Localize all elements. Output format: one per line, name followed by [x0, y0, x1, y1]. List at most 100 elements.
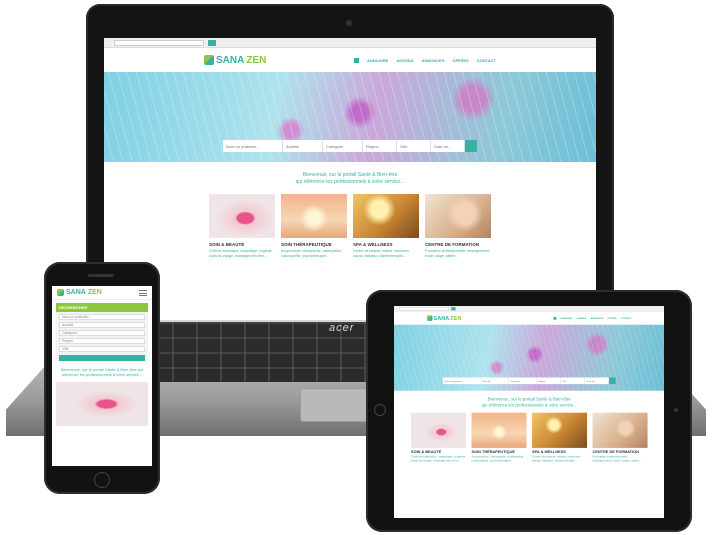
- card-desc: Coiffure esthétique, maquillage, ongleri…: [411, 455, 466, 463]
- card-desc: Formation professionnelle, enseignement,…: [592, 455, 642, 463]
- top-search-input[interactable]: [399, 306, 449, 311]
- category-card[interactable]: SPA & WELLNESS Centre de beauté, institu…: [353, 194, 419, 258]
- card-title: SPA & WELLNESS: [353, 242, 393, 247]
- camera-icon: [674, 408, 678, 412]
- search-field[interactable]: Nom ou praticien...: [223, 140, 283, 152]
- logo-icon: [204, 55, 214, 65]
- logo-text-zen: ZEN: [87, 289, 102, 296]
- search-field[interactable]: Catégorie: [508, 377, 537, 385]
- welcome-line: Bienvenue, sur le portail Santé & Bien-ê…: [302, 172, 398, 178]
- card-image: [592, 412, 648, 449]
- logo-text-sana: SANA: [66, 289, 86, 296]
- card-title: CENTRE DE FORMATION: [592, 450, 639, 455]
- welcome-text: Bienvenue, sur le portail Santé & Bien-ê…: [394, 396, 664, 408]
- card-image: [209, 194, 275, 238]
- nav-item[interactable]: Offres: [608, 317, 617, 320]
- nav-item[interactable]: Annuaire: [367, 58, 388, 63]
- card-title: SOIN & BEAUTÉ: [209, 242, 245, 247]
- card-title: SOIN & BEAUTÉ: [411, 450, 442, 455]
- category-card[interactable]: CENTRE DE FORMATION Formation profession…: [592, 412, 648, 463]
- website-desktop: SANA ZEN Annuaire Agenda Annonces Offres …: [104, 38, 596, 320]
- card-desc: Coiffure esthétique, maquillage, ongleri…: [209, 249, 273, 258]
- search-icon[interactable]: [208, 39, 216, 46]
- nav-item[interactable]: Contact: [621, 317, 632, 320]
- card-desc: Acupuncture, chiropractie, ostéopathie, …: [281, 249, 342, 258]
- welcome-text: Bienvenue, sur le portail Santé & Bien-ê…: [104, 172, 596, 186]
- laptop-brand: acer: [329, 322, 355, 334]
- category-card[interactable]: SOIN & BEAUTÉ Coiffure esthétique, maqui…: [209, 194, 275, 258]
- card-desc: Centre de beauté, institut, hammam, saun…: [532, 455, 581, 463]
- search-field[interactable]: Nom ou praticien...: [59, 314, 145, 320]
- home-button-icon: [374, 404, 386, 416]
- home-icon[interactable]: [553, 316, 557, 320]
- nav-item[interactable]: Annonces: [591, 317, 604, 320]
- site-logo[interactable]: SANA ZEN: [57, 289, 102, 296]
- welcome-text: Bienvenue, sur le portail Santé & Bien-ê…: [60, 367, 144, 378]
- mobile-search-panel: RECHERCHER Nom ou praticien... Activité …: [56, 303, 148, 361]
- search-field[interactable]: Région: [536, 377, 561, 385]
- search-field[interactable]: Activité: [59, 322, 145, 328]
- category-card[interactable]: CENTRE DE FORMATION Formation profession…: [425, 194, 491, 258]
- site-header: SANA ZEN Annuaire Agenda Annonces Offres …: [104, 48, 596, 72]
- top-bar: [104, 38, 596, 48]
- site-logo[interactable]: SANA ZEN: [427, 315, 461, 321]
- search-field[interactable]: Catégorie: [59, 330, 145, 336]
- card-image: [353, 194, 419, 238]
- category-card[interactable]: SOIN THÉRAPEUTIQUE Acupuncture, chiropra…: [281, 194, 347, 258]
- nav-item[interactable]: Agenda: [577, 317, 587, 320]
- logo-text-zen: ZEN: [450, 315, 462, 322]
- card-image: [411, 412, 467, 449]
- search-field[interactable]: Région: [59, 338, 145, 344]
- mobile-header: SANA ZEN: [52, 286, 152, 300]
- hamburger-menu-icon[interactable]: [139, 289, 147, 296]
- category-card[interactable]: SOIN & BEAUTÉ Coiffure esthétique, maqui…: [411, 412, 467, 463]
- search-field[interactable]: Nom ou praticien...: [442, 377, 482, 385]
- camera-icon: [346, 20, 352, 26]
- nav-item[interactable]: Agenda: [396, 58, 413, 63]
- site-logo[interactable]: SANA ZEN: [204, 55, 266, 66]
- search-icon[interactable]: [451, 306, 456, 311]
- search-field[interactable]: Activité: [481, 377, 509, 385]
- laptop-screen: SANA ZEN Annuaire Agenda Annonces Offres …: [104, 38, 596, 320]
- website-tablet: SANA ZEN Annuaire Agenda Annonces Offres …: [394, 306, 664, 518]
- logo-text-sana: SANA: [433, 315, 450, 322]
- search-field[interactable]: Région: [363, 140, 397, 152]
- search-field[interactable]: Activité: [283, 140, 323, 152]
- top-search-input[interactable]: [114, 39, 204, 46]
- responsive-mockup: acer SANA ZEN Annuaire Agenda Annonces Of…: [0, 0, 717, 535]
- nav-item[interactable]: Annuaire: [561, 317, 573, 320]
- card-desc: Formation professionnelle, enseignement,…: [425, 249, 491, 258]
- card-image: [532, 412, 588, 449]
- hero-banner: Nom ou praticien... Activité Catégorie R…: [394, 324, 664, 391]
- search-field[interactable]: Ville: [397, 140, 431, 152]
- category-card[interactable]: SOIN THÉRAPEUTIQUE Acupuncture, chiropra…: [471, 412, 527, 463]
- logo-text-zen: ZEN: [246, 54, 267, 66]
- search-bar: Nom ou praticien... Activité Catégorie R…: [223, 140, 477, 152]
- site-header: SANA ZEN Annuaire Agenda Annonces Offres …: [394, 312, 664, 325]
- phone-screen: SANA ZEN RECHERCHER Nom ou praticien... A…: [52, 286, 152, 466]
- search-button[interactable]: [465, 140, 477, 152]
- welcome-line: qui référence les professionnels à votre…: [295, 179, 405, 185]
- search-button[interactable]: [59, 355, 145, 361]
- nav-item[interactable]: Offres: [453, 58, 469, 63]
- nav-item[interactable]: Annonces: [422, 58, 445, 63]
- search-field[interactable]: Ville: [560, 377, 585, 385]
- home-button-icon: [94, 472, 110, 488]
- logo-text-sana: SANA: [216, 54, 245, 66]
- search-field[interactable]: Date de...: [431, 140, 465, 152]
- search-bar: Nom ou praticien... Activité Catégorie R…: [442, 377, 616, 385]
- search-field[interactable]: Date de...: [584, 377, 610, 385]
- search-field[interactable]: Catégorie: [323, 140, 363, 152]
- card-image: [56, 381, 148, 426]
- card-title: CENTRE DE FORMATION: [425, 242, 480, 247]
- nav-item[interactable]: Contact: [477, 58, 496, 63]
- search-button[interactable]: [609, 377, 616, 385]
- category-card[interactable]: SPA & WELLNESS Centre de beauté, institu…: [532, 412, 588, 463]
- logo-icon: [427, 315, 433, 321]
- card-title: SPA & WELLNESS: [532, 450, 566, 455]
- welcome-line: qui référence les professionnels à votre…: [481, 402, 578, 408]
- home-icon[interactable]: [354, 57, 360, 63]
- main-nav: Annuaire Agenda Annonces Offres Contact: [354, 57, 496, 63]
- category-cards: SOIN & BEAUTÉ Coiffure esthétique, maqui…: [104, 194, 596, 258]
- search-field[interactable]: Ville: [59, 346, 145, 352]
